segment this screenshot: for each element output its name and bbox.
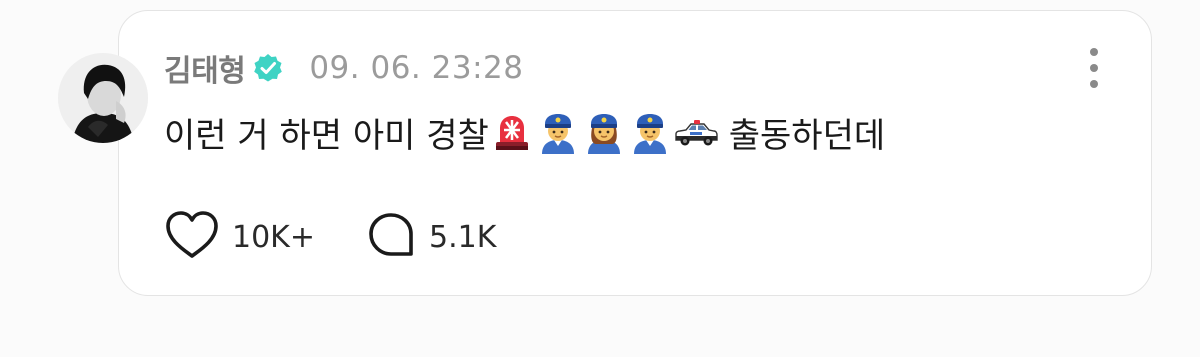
police-officer-woman-icon (582, 110, 626, 154)
more-vertical-icon[interactable] (1086, 48, 1102, 88)
police-officer-icon (536, 110, 580, 154)
avatar[interactable] (58, 53, 148, 143)
heart-icon (164, 210, 220, 264)
more-dot (1090, 80, 1098, 88)
more-dot (1090, 48, 1098, 56)
message-text-start: 이런 거 하면 아미 경찰 (164, 115, 489, 156)
post-message: 이런 거 하면 아미 경찰 출동하던데 (164, 106, 885, 158)
username[interactable]: 김태형 (164, 46, 246, 90)
post-timestamp: 09. 06. 23:28 (309, 50, 524, 86)
like-count: 10K+ (232, 219, 315, 255)
comment-count: 5.1K (428, 219, 497, 255)
more-dot (1090, 64, 1098, 72)
post-header: 김태형 09. 06. 23:28 (164, 46, 524, 90)
verified-badge-icon (253, 53, 283, 83)
comment-button[interactable]: 5.1K (367, 210, 496, 264)
police-car-icon (674, 110, 718, 154)
police-light-icon (490, 110, 534, 154)
post-actions: 10K+ 5.1K (164, 210, 496, 264)
screen: 김태형 09. 06. 23:28 이런 거 하면 아미 경찰 출동하던데 10… (0, 0, 1200, 357)
police-officer-icon (628, 110, 672, 154)
comment-bubble-icon (367, 210, 417, 264)
like-button[interactable]: 10K+ (164, 210, 315, 264)
message-text-end: 출동하던데 (728, 115, 886, 156)
